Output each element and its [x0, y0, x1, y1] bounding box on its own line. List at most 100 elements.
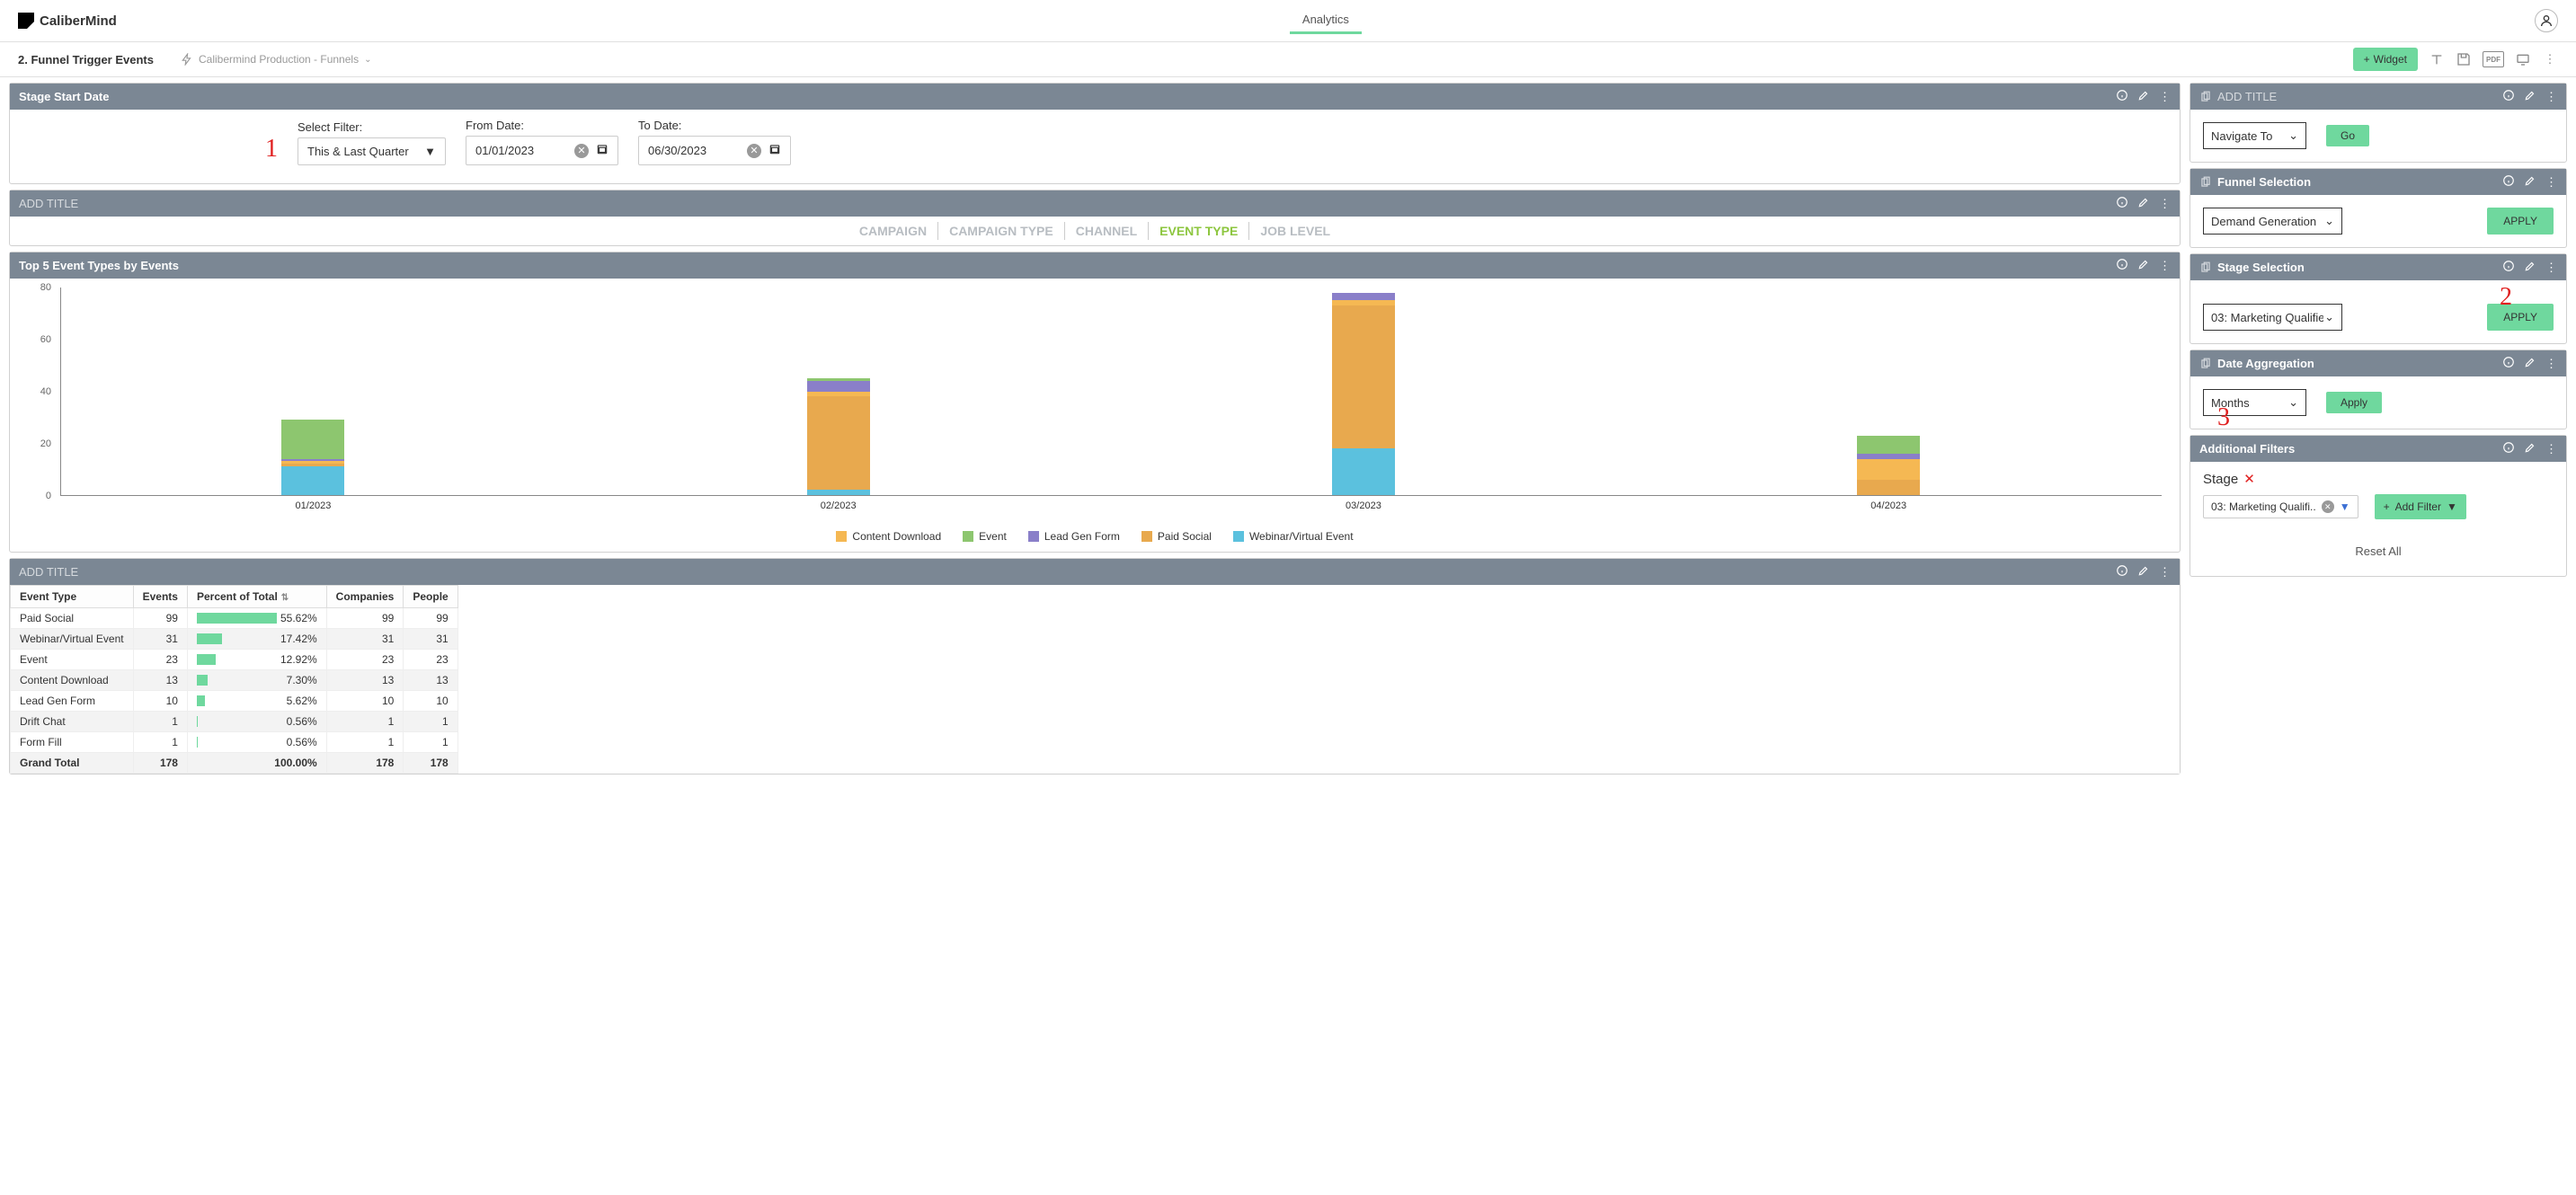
info-icon[interactable] [2502, 356, 2515, 371]
cell-people: 1 [404, 712, 457, 732]
panel-header: Date Aggregation ⋮ [2190, 350, 2566, 376]
app-logo[interactable]: CaliberMind [18, 13, 117, 29]
pencil-icon[interactable] [2524, 356, 2536, 371]
to-date-input[interactable]: 06/30/2023 ✕ [638, 136, 791, 165]
clear-icon[interactable]: ✕ [574, 144, 589, 158]
kebab-menu-icon[interactable]: ⋮ [2159, 259, 2171, 273]
pencil-icon[interactable] [2137, 564, 2150, 580]
caret-down-icon: ▼ [2340, 500, 2350, 513]
navigate-select[interactable]: Navigate To ⌄ [2203, 122, 2306, 149]
cell-events: 10 [133, 691, 187, 712]
stage-select[interactable]: 03: Marketing Qualified Ac ⌄ [2203, 304, 2342, 331]
panel-title: Stage Selection [2217, 261, 2305, 274]
cell-percent: 12.92% [187, 650, 326, 670]
legend-item[interactable]: Event [963, 530, 1007, 543]
percent-text: 17.42% [226, 633, 317, 645]
stage-selection-panel: Stage Selection ⋮ 2 03: Marketing Qualif… [2190, 253, 2567, 344]
info-icon[interactable] [2502, 174, 2515, 190]
legend-item[interactable]: Webinar/Virtual Event [1233, 530, 1354, 543]
pencil-icon[interactable] [2524, 174, 2536, 190]
go-button[interactable]: Go [2326, 125, 2369, 146]
add-filter-button[interactable]: + Add Filter ▼ [2375, 494, 2466, 519]
funnel-apply-button[interactable]: APPLY [2487, 208, 2554, 235]
column-header[interactable]: Percent of Total⇅ [187, 586, 326, 608]
kebab-menu-icon[interactable]: ⋮ [2159, 565, 2171, 580]
date-agg-apply-button[interactable]: Apply [2326, 392, 2382, 413]
tab-campaign-type[interactable]: CAMPAIGN TYPE [938, 222, 1065, 240]
percent-text: 7.30% [211, 674, 317, 686]
kebab-menu-icon[interactable]: ⋮ [2542, 51, 2558, 67]
stage-apply-button[interactable]: APPLY [2487, 304, 2554, 331]
chevron-down-icon: ⌄ [2288, 128, 2298, 143]
text-tool-icon[interactable] [2429, 51, 2445, 67]
pencil-icon[interactable] [2137, 258, 2150, 273]
kebab-menu-icon[interactable]: ⋮ [2545, 442, 2557, 456]
add-widget-button[interactable]: + Widget [2353, 48, 2418, 71]
info-icon[interactable] [2502, 441, 2515, 456]
pencil-icon[interactable] [2524, 441, 2536, 456]
select-filter-dropdown[interactable]: This & Last Quarter ▼ [298, 137, 446, 165]
cell-events: 99 [133, 608, 187, 629]
column-header[interactable]: Events [133, 586, 187, 608]
calendar-icon[interactable] [768, 143, 781, 158]
kebab-menu-icon[interactable]: ⋮ [2545, 357, 2557, 371]
column-header[interactable]: People [404, 586, 457, 608]
percent-bar [197, 675, 208, 686]
kebab-menu-icon[interactable]: ⋮ [2159, 197, 2171, 211]
tab-campaign[interactable]: CAMPAIGN [848, 222, 938, 240]
logo-icon [18, 13, 34, 29]
pdf-icon[interactable]: PDF [2483, 51, 2504, 67]
info-icon[interactable] [2116, 564, 2128, 580]
legend-swatch [1028, 531, 1039, 542]
table-row: Lead Gen Form105.62%1010 [11, 691, 458, 712]
cell-percent: 7.30% [187, 670, 326, 691]
reset-all-link[interactable]: Reset All [2203, 544, 2554, 558]
calendar-icon[interactable] [596, 143, 608, 158]
tab-channel[interactable]: CHANNEL [1065, 222, 1149, 240]
user-avatar-icon[interactable] [2535, 9, 2558, 32]
kebab-menu-icon[interactable]: ⋮ [2545, 175, 2557, 190]
annotation-1: 1 [265, 135, 278, 165]
info-icon[interactable] [2502, 260, 2515, 275]
clear-icon[interactable]: ✕ [2322, 500, 2334, 513]
info-icon[interactable] [2502, 89, 2515, 104]
tab-job-level[interactable]: JOB LEVEL [1249, 222, 1341, 240]
clear-icon[interactable]: ✕ [747, 144, 761, 158]
column-header[interactable]: Companies [326, 586, 404, 608]
top-tab-analytics[interactable]: Analytics [1290, 7, 1362, 34]
percent-bar [197, 716, 198, 727]
bar-segment [1332, 448, 1395, 495]
panel-header: Funnel Selection ⋮ [2190, 169, 2566, 195]
kebab-menu-icon[interactable]: ⋮ [2545, 261, 2557, 275]
legend-item[interactable]: Lead Gen Form [1028, 530, 1120, 543]
sort-icon[interactable]: ⇅ [281, 593, 289, 603]
bar-segment [1332, 300, 1395, 305]
legend-item[interactable]: Paid Social [1141, 530, 1212, 543]
kebab-menu-icon[interactable]: ⋮ [2159, 90, 2171, 104]
funnel-select[interactable]: Demand Generation ⌄ [2203, 208, 2342, 235]
column-header[interactable]: Event Type [11, 586, 134, 608]
additional-filters-panel: Additional Filters ⋮ Stage ✕ 03: Marketi… [2190, 435, 2567, 577]
info-icon[interactable] [2116, 258, 2128, 273]
breadcrumb[interactable]: Calibermind Production - Funnels ⌄ [181, 53, 371, 66]
info-icon[interactable] [2116, 89, 2128, 104]
monitor-icon[interactable] [2515, 51, 2531, 67]
pencil-icon[interactable] [2137, 89, 2150, 104]
save-icon[interactable] [2456, 51, 2472, 67]
percent-text: 5.62% [209, 695, 317, 707]
remove-filter-icon[interactable]: ✕ [2243, 471, 2255, 487]
tab-event-type[interactable]: EVENT TYPE [1149, 222, 1249, 240]
pencil-icon[interactable] [2524, 260, 2536, 275]
info-icon[interactable] [2116, 196, 2128, 211]
from-date-input[interactable]: 01/01/2023 ✕ [466, 136, 618, 165]
pencil-icon[interactable] [2524, 89, 2536, 104]
filter-value-select[interactable]: 03: Marketing Qualifi.. ✕ ▼ [2203, 495, 2358, 518]
percent-text: 55.62% [280, 612, 317, 624]
kebab-menu-icon[interactable]: ⋮ [2545, 90, 2557, 104]
percent-bar [197, 695, 205, 706]
cell-percent: 55.62% [187, 608, 326, 629]
pencil-icon[interactable] [2137, 196, 2150, 211]
cell-event-type: Event [11, 650, 134, 670]
legend-item[interactable]: Content Download [836, 530, 941, 543]
cell-people: 99 [404, 608, 457, 629]
